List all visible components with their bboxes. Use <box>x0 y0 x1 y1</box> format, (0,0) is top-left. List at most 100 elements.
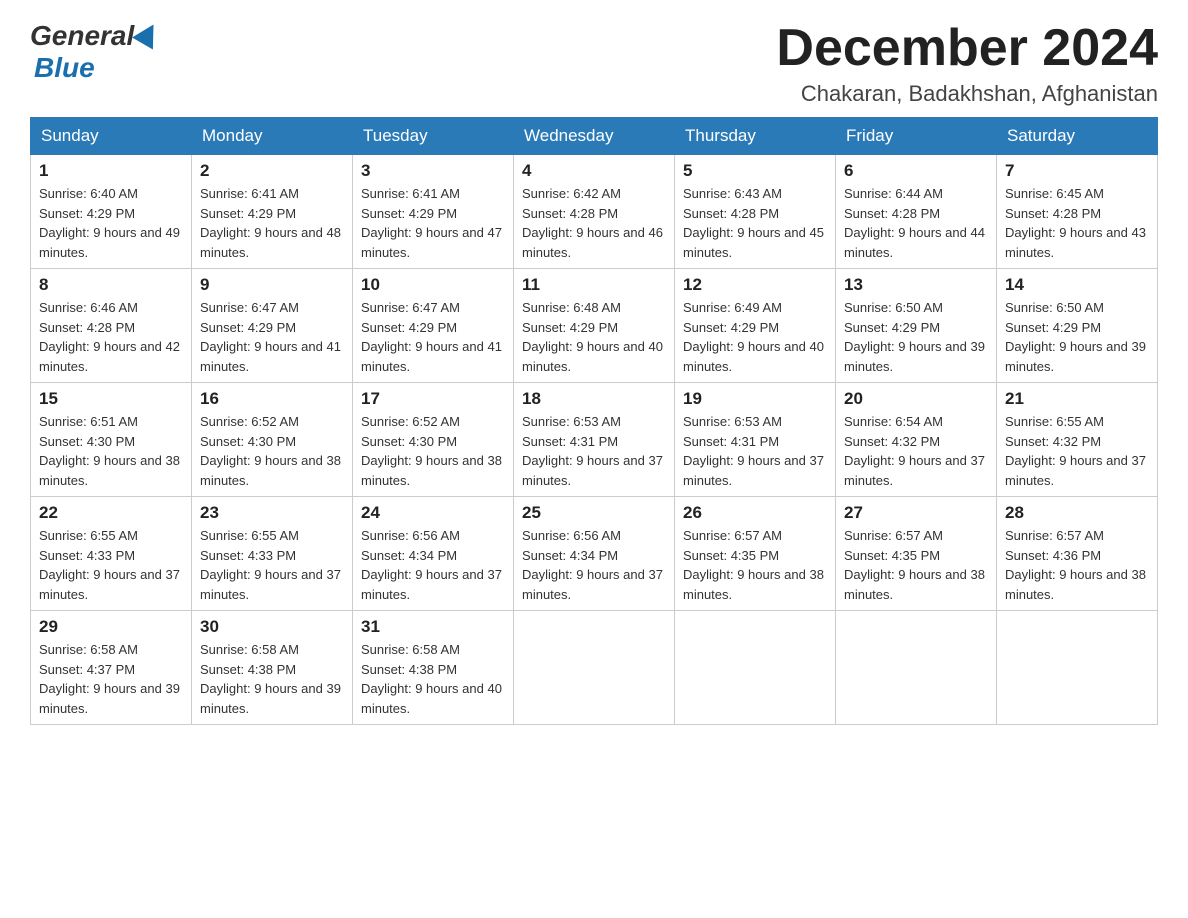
calendar-cell: 8 Sunrise: 6:46 AMSunset: 4:28 PMDayligh… <box>31 269 192 383</box>
calendar-cell: 28 Sunrise: 6:57 AMSunset: 4:36 PMDaylig… <box>997 497 1158 611</box>
header-saturday: Saturday <box>997 118 1158 155</box>
day-info: Sunrise: 6:41 AMSunset: 4:29 PMDaylight:… <box>200 186 341 260</box>
day-number: 29 <box>39 617 183 637</box>
day-number: 7 <box>1005 161 1149 181</box>
day-info: Sunrise: 6:58 AMSunset: 4:38 PMDaylight:… <box>361 642 502 716</box>
calendar-table: SundayMondayTuesdayWednesdayThursdayFrid… <box>30 117 1158 725</box>
day-number: 14 <box>1005 275 1149 295</box>
day-number: 12 <box>683 275 827 295</box>
header-thursday: Thursday <box>675 118 836 155</box>
day-info: Sunrise: 6:49 AMSunset: 4:29 PMDaylight:… <box>683 300 824 374</box>
calendar-cell: 15 Sunrise: 6:51 AMSunset: 4:30 PMDaylig… <box>31 383 192 497</box>
calendar-cell: 5 Sunrise: 6:43 AMSunset: 4:28 PMDayligh… <box>675 155 836 269</box>
location-subtitle: Chakaran, Badakhshan, Afghanistan <box>776 81 1158 107</box>
day-number: 4 <box>522 161 666 181</box>
calendar-cell: 30 Sunrise: 6:58 AMSunset: 4:38 PMDaylig… <box>192 611 353 725</box>
day-number: 31 <box>361 617 505 637</box>
page-header: General Blue December 2024 Chakaran, Bad… <box>30 20 1158 107</box>
day-info: Sunrise: 6:42 AMSunset: 4:28 PMDaylight:… <box>522 186 663 260</box>
calendar-cell: 7 Sunrise: 6:45 AMSunset: 4:28 PMDayligh… <box>997 155 1158 269</box>
day-info: Sunrise: 6:47 AMSunset: 4:29 PMDaylight:… <box>200 300 341 374</box>
day-number: 11 <box>522 275 666 295</box>
header-wednesday: Wednesday <box>514 118 675 155</box>
day-info: Sunrise: 6:53 AMSunset: 4:31 PMDaylight:… <box>522 414 663 488</box>
logo: General Blue <box>30 20 160 84</box>
calendar-cell: 25 Sunrise: 6:56 AMSunset: 4:34 PMDaylig… <box>514 497 675 611</box>
day-info: Sunrise: 6:48 AMSunset: 4:29 PMDaylight:… <box>522 300 663 374</box>
calendar-cell: 18 Sunrise: 6:53 AMSunset: 4:31 PMDaylig… <box>514 383 675 497</box>
day-info: Sunrise: 6:52 AMSunset: 4:30 PMDaylight:… <box>361 414 502 488</box>
calendar-cell: 19 Sunrise: 6:53 AMSunset: 4:31 PMDaylig… <box>675 383 836 497</box>
calendar-cell: 6 Sunrise: 6:44 AMSunset: 4:28 PMDayligh… <box>836 155 997 269</box>
day-info: Sunrise: 6:50 AMSunset: 4:29 PMDaylight:… <box>844 300 985 374</box>
day-info: Sunrise: 6:44 AMSunset: 4:28 PMDaylight:… <box>844 186 985 260</box>
calendar-cell <box>836 611 997 725</box>
calendar-header-row: SundayMondayTuesdayWednesdayThursdayFrid… <box>31 118 1158 155</box>
calendar-cell: 16 Sunrise: 6:52 AMSunset: 4:30 PMDaylig… <box>192 383 353 497</box>
calendar-cell: 27 Sunrise: 6:57 AMSunset: 4:35 PMDaylig… <box>836 497 997 611</box>
day-info: Sunrise: 6:43 AMSunset: 4:28 PMDaylight:… <box>683 186 824 260</box>
calendar-cell: 10 Sunrise: 6:47 AMSunset: 4:29 PMDaylig… <box>353 269 514 383</box>
day-info: Sunrise: 6:56 AMSunset: 4:34 PMDaylight:… <box>522 528 663 602</box>
calendar-cell: 11 Sunrise: 6:48 AMSunset: 4:29 PMDaylig… <box>514 269 675 383</box>
day-number: 13 <box>844 275 988 295</box>
day-info: Sunrise: 6:47 AMSunset: 4:29 PMDaylight:… <box>361 300 502 374</box>
day-info: Sunrise: 6:57 AMSunset: 4:35 PMDaylight:… <box>683 528 824 602</box>
day-info: Sunrise: 6:52 AMSunset: 4:30 PMDaylight:… <box>200 414 341 488</box>
calendar-week-2: 8 Sunrise: 6:46 AMSunset: 4:28 PMDayligh… <box>31 269 1158 383</box>
logo-triangle-icon <box>132 18 164 49</box>
header-monday: Monday <box>192 118 353 155</box>
day-number: 21 <box>1005 389 1149 409</box>
day-number: 26 <box>683 503 827 523</box>
day-number: 5 <box>683 161 827 181</box>
day-info: Sunrise: 6:55 AMSunset: 4:33 PMDaylight:… <box>39 528 180 602</box>
calendar-cell: 9 Sunrise: 6:47 AMSunset: 4:29 PMDayligh… <box>192 269 353 383</box>
day-number: 1 <box>39 161 183 181</box>
calendar-cell: 29 Sunrise: 6:58 AMSunset: 4:37 PMDaylig… <box>31 611 192 725</box>
header-friday: Friday <box>836 118 997 155</box>
day-info: Sunrise: 6:54 AMSunset: 4:32 PMDaylight:… <box>844 414 985 488</box>
calendar-week-1: 1 Sunrise: 6:40 AMSunset: 4:29 PMDayligh… <box>31 155 1158 269</box>
day-number: 25 <box>522 503 666 523</box>
calendar-cell: 31 Sunrise: 6:58 AMSunset: 4:38 PMDaylig… <box>353 611 514 725</box>
day-info: Sunrise: 6:53 AMSunset: 4:31 PMDaylight:… <box>683 414 824 488</box>
day-info: Sunrise: 6:57 AMSunset: 4:35 PMDaylight:… <box>844 528 985 602</box>
day-number: 16 <box>200 389 344 409</box>
day-info: Sunrise: 6:58 AMSunset: 4:38 PMDaylight:… <box>200 642 341 716</box>
logo-general: General <box>30 20 134 52</box>
day-number: 27 <box>844 503 988 523</box>
calendar-cell: 17 Sunrise: 6:52 AMSunset: 4:30 PMDaylig… <box>353 383 514 497</box>
title-section: December 2024 Chakaran, Badakhshan, Afgh… <box>776 20 1158 107</box>
calendar-cell: 1 Sunrise: 6:40 AMSunset: 4:29 PMDayligh… <box>31 155 192 269</box>
calendar-week-4: 22 Sunrise: 6:55 AMSunset: 4:33 PMDaylig… <box>31 497 1158 611</box>
day-info: Sunrise: 6:40 AMSunset: 4:29 PMDaylight:… <box>39 186 180 260</box>
day-number: 17 <box>361 389 505 409</box>
day-info: Sunrise: 6:55 AMSunset: 4:32 PMDaylight:… <box>1005 414 1146 488</box>
day-number: 15 <box>39 389 183 409</box>
calendar-week-3: 15 Sunrise: 6:51 AMSunset: 4:30 PMDaylig… <box>31 383 1158 497</box>
calendar-cell <box>514 611 675 725</box>
calendar-cell: 20 Sunrise: 6:54 AMSunset: 4:32 PMDaylig… <box>836 383 997 497</box>
calendar-cell: 2 Sunrise: 6:41 AMSunset: 4:29 PMDayligh… <box>192 155 353 269</box>
day-number: 22 <box>39 503 183 523</box>
day-info: Sunrise: 6:41 AMSunset: 4:29 PMDaylight:… <box>361 186 502 260</box>
month-title: December 2024 <box>776 20 1158 77</box>
day-number: 10 <box>361 275 505 295</box>
day-number: 6 <box>844 161 988 181</box>
calendar-cell: 21 Sunrise: 6:55 AMSunset: 4:32 PMDaylig… <box>997 383 1158 497</box>
day-info: Sunrise: 6:57 AMSunset: 4:36 PMDaylight:… <box>1005 528 1146 602</box>
day-number: 3 <box>361 161 505 181</box>
calendar-cell <box>675 611 836 725</box>
calendar-cell: 24 Sunrise: 6:56 AMSunset: 4:34 PMDaylig… <box>353 497 514 611</box>
calendar-cell: 23 Sunrise: 6:55 AMSunset: 4:33 PMDaylig… <box>192 497 353 611</box>
day-info: Sunrise: 6:58 AMSunset: 4:37 PMDaylight:… <box>39 642 180 716</box>
calendar-cell: 22 Sunrise: 6:55 AMSunset: 4:33 PMDaylig… <box>31 497 192 611</box>
day-info: Sunrise: 6:46 AMSunset: 4:28 PMDaylight:… <box>39 300 180 374</box>
calendar-cell <box>997 611 1158 725</box>
day-info: Sunrise: 6:51 AMSunset: 4:30 PMDaylight:… <box>39 414 180 488</box>
day-number: 30 <box>200 617 344 637</box>
day-number: 24 <box>361 503 505 523</box>
day-info: Sunrise: 6:50 AMSunset: 4:29 PMDaylight:… <box>1005 300 1146 374</box>
day-info: Sunrise: 6:45 AMSunset: 4:28 PMDaylight:… <box>1005 186 1146 260</box>
day-number: 19 <box>683 389 827 409</box>
